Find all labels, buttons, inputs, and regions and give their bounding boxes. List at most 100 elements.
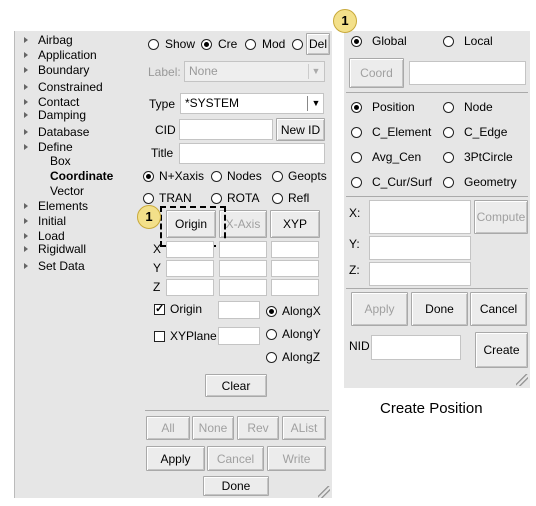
tree-item-set-data[interactable]: Set Data xyxy=(38,259,85,273)
tree-item-database[interactable]: Database xyxy=(38,125,89,139)
xyplane-checkbox[interactable] xyxy=(154,331,165,342)
expand-arrow-icon[interactable] xyxy=(24,263,28,269)
geopts-radio[interactable] xyxy=(272,171,283,182)
position-radio[interactable] xyxy=(351,102,362,113)
alongz-radio[interactable] xyxy=(266,352,277,363)
mode-cre-radio[interactable] xyxy=(201,39,212,50)
apply-button[interactable]: Apply xyxy=(146,446,205,471)
mode-del-radio[interactable] xyxy=(292,39,303,50)
expand-arrow-icon[interactable] xyxy=(24,129,28,135)
xaxis-y-field[interactable] xyxy=(219,260,267,277)
expand-arrow-icon[interactable] xyxy=(24,246,28,252)
mode-show-radio[interactable] xyxy=(148,39,159,50)
chevron-down-icon[interactable]: ▼ xyxy=(307,96,324,111)
xyp-x-field[interactable] xyxy=(271,241,319,258)
xaxis-z-field[interactable] xyxy=(219,279,267,296)
tree-item-box[interactable]: Box xyxy=(50,154,71,168)
none-button[interactable]: None xyxy=(192,416,234,440)
tree-item-load[interactable]: Load xyxy=(38,229,65,243)
xyplane-value-field[interactable] xyxy=(218,327,260,345)
mode-del-button[interactable]: Del xyxy=(306,33,330,55)
position-y-field[interactable] xyxy=(369,236,471,260)
type-select[interactable]: *SYSTEM xyxy=(180,93,324,114)
x-axis-button[interactable]: X-Axis xyxy=(219,210,267,238)
chevron-down-icon[interactable]: ▼ xyxy=(308,64,323,79)
apply-button[interactable]: Apply xyxy=(351,292,408,326)
avg-cen-radio[interactable] xyxy=(351,152,362,163)
nxaxis-radio[interactable] xyxy=(143,171,154,182)
tree-item-vector[interactable]: Vector xyxy=(50,184,84,198)
create-button[interactable]: Create xyxy=(475,332,528,368)
label-select[interactable]: None xyxy=(184,61,325,82)
new-id-button[interactable]: New ID xyxy=(276,118,325,141)
rota-radio[interactable] xyxy=(211,193,222,204)
expand-arrow-icon[interactable] xyxy=(24,203,28,209)
c-edge-radio[interactable] xyxy=(443,127,454,138)
tree-item-application[interactable]: Application xyxy=(38,48,97,62)
c-element-radio[interactable] xyxy=(351,127,362,138)
done-button[interactable]: Done xyxy=(203,476,269,496)
title-label: Title xyxy=(151,146,174,160)
resize-grip-icon[interactable] xyxy=(318,486,330,498)
origin-value-field[interactable] xyxy=(218,301,260,319)
done-button[interactable]: Done xyxy=(411,292,468,326)
coord-input[interactable] xyxy=(409,61,526,85)
expand-arrow-icon[interactable] xyxy=(24,99,28,105)
xyp-button[interactable]: XYP xyxy=(270,210,320,238)
nid-input[interactable] xyxy=(371,335,461,360)
z-label: Z: xyxy=(349,263,360,277)
mode-mod-radio[interactable] xyxy=(245,39,256,50)
tree-item-coordinate[interactable]: Coordinate xyxy=(50,169,113,183)
tree-item-boundary[interactable]: Boundary xyxy=(38,63,89,77)
compute-button[interactable]: Compute xyxy=(474,200,528,234)
origin-checkbox[interactable] xyxy=(154,302,165,315)
tree-item-contact[interactable]: Contact xyxy=(38,95,79,109)
write-button[interactable]: Write xyxy=(267,446,326,471)
expand-arrow-icon[interactable] xyxy=(24,52,28,58)
resize-grip-icon[interactable] xyxy=(516,374,528,386)
tree-item-constrained[interactable]: Constrained xyxy=(38,80,103,94)
all-button[interactable]: All xyxy=(146,416,190,440)
origin-z-field[interactable] xyxy=(166,279,214,296)
expand-arrow-icon[interactable] xyxy=(24,144,28,150)
tran-radio[interactable] xyxy=(143,193,154,204)
xyp-y-field[interactable] xyxy=(271,260,319,277)
coord-button[interactable]: Coord xyxy=(349,58,404,88)
cancel-button[interactable]: Cancel xyxy=(207,446,264,471)
tree-item-define[interactable]: Define xyxy=(38,140,73,154)
local-radio[interactable] xyxy=(443,36,454,47)
cancel-button[interactable]: Cancel xyxy=(470,292,527,326)
origin-x-field[interactable] xyxy=(166,241,214,258)
tree-item-rigidwall[interactable]: Rigidwall xyxy=(38,242,86,256)
tree-item-elements[interactable]: Elements xyxy=(38,199,88,213)
rev-button[interactable]: Rev xyxy=(237,416,279,440)
expand-arrow-icon[interactable] xyxy=(24,112,28,118)
alongy-radio[interactable] xyxy=(266,329,277,340)
geometry-radio[interactable] xyxy=(443,177,454,188)
position-x-field[interactable] xyxy=(369,200,471,234)
tree-item-damping[interactable]: Damping xyxy=(38,108,86,122)
alist-button[interactable]: AList xyxy=(282,416,326,440)
global-radio[interactable] xyxy=(351,36,362,47)
xyp-z-field[interactable] xyxy=(271,279,319,296)
refl-radio[interactable] xyxy=(272,193,283,204)
title-input[interactable] xyxy=(179,143,325,164)
tree-item-airbag[interactable]: Airbag xyxy=(38,33,73,47)
expand-arrow-icon[interactable] xyxy=(24,218,28,224)
c-cur-surf-radio[interactable] xyxy=(351,177,362,188)
nodes-radio[interactable] xyxy=(211,171,222,182)
origin-y-field[interactable] xyxy=(166,260,214,277)
clear-button[interactable]: Clear xyxy=(205,374,267,397)
position-z-field[interactable] xyxy=(369,262,471,286)
cid-input[interactable] xyxy=(179,119,273,140)
expand-arrow-icon[interactable] xyxy=(24,233,28,239)
origin-check-label: Origin xyxy=(170,302,203,316)
expand-arrow-icon[interactable] xyxy=(24,37,28,43)
alongx-radio[interactable] xyxy=(266,306,277,317)
expand-arrow-icon[interactable] xyxy=(24,67,28,73)
tree-item-initial[interactable]: Initial xyxy=(38,214,66,228)
expand-arrow-icon[interactable] xyxy=(24,84,28,90)
3ptcircle-radio[interactable] xyxy=(443,152,454,163)
node-radio[interactable] xyxy=(443,102,454,113)
xaxis-x-field[interactable] xyxy=(219,241,267,258)
